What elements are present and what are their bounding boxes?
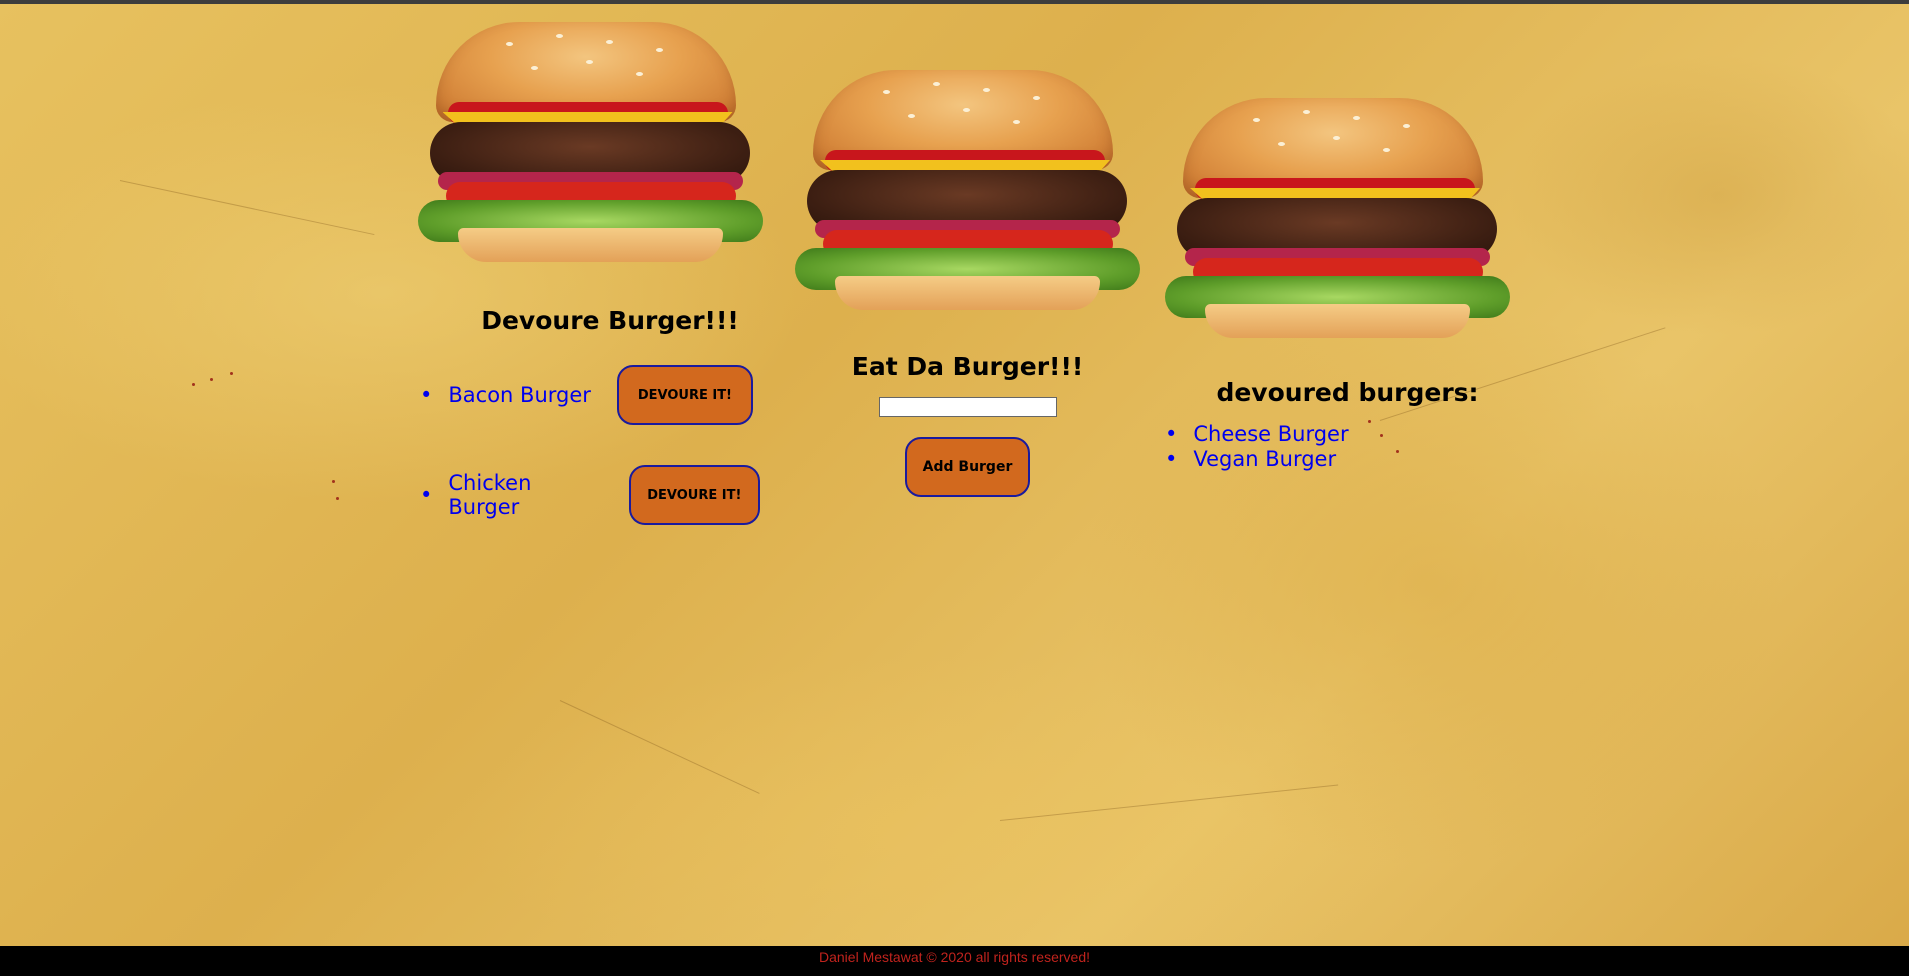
- devour-button[interactable]: DEVOURE IT!: [616, 365, 753, 425]
- wall-crack: [559, 700, 760, 794]
- wall-crack: [999, 784, 1339, 821]
- burger-name: Chicken Burger: [448, 471, 532, 519]
- bullet-icon: •: [420, 483, 433, 507]
- wall-speck: [210, 378, 213, 381]
- wall-crack: [119, 180, 375, 236]
- bullet-icon: •: [420, 383, 433, 407]
- burger-image: [795, 70, 1140, 320]
- wall-speck: [230, 372, 233, 375]
- devoured-list: • Cheese Burger • Vegan Burger: [1165, 421, 1349, 471]
- footer: Daniel Mestawat © 2020 all rights reserv…: [0, 946, 1909, 976]
- devoured-burger-name: Cheese Burger: [1193, 421, 1349, 446]
- burger-image: [1165, 98, 1510, 348]
- wall-speck: [336, 497, 339, 500]
- burger-name-input[interactable]: [878, 397, 1057, 417]
- footer-copyright: Daniel Mestawat © 2020 all rights reserv…: [819, 949, 1090, 965]
- bullet-icon: •: [1165, 446, 1178, 471]
- devoured-column: devoured burgers: • Cheese Burger • Vega…: [1165, 0, 1510, 471]
- add-burger-column: Eat Da Burger!!! Add Burger: [795, 0, 1140, 497]
- list-item: • Chicken Burger DEVOURE IT!: [420, 465, 760, 525]
- devour-button[interactable]: DEVOURE IT!: [628, 465, 760, 525]
- add-burger-button[interactable]: Add Burger: [905, 437, 1030, 497]
- list-item: • Bacon Burger DEVOURE IT!: [420, 365, 760, 425]
- devour-list: • Bacon Burger DEVOURE IT! • Chicken Bur…: [420, 365, 760, 525]
- wall-speck: [332, 480, 335, 483]
- list-item: • Cheese Burger: [1165, 421, 1349, 446]
- wall-speck: [192, 383, 195, 386]
- add-title: Eat Da Burger!!!: [851, 352, 1084, 381]
- burger-name: Bacon Burger: [448, 383, 591, 407]
- devour-column: Devoure Burger!!! • Bacon Burger DEVOURE…: [417, 0, 763, 525]
- devour-title: Devoure Burger!!!: [481, 306, 739, 335]
- list-item: • Vegan Burger: [1165, 446, 1349, 471]
- devoured-burger-name: Vegan Burger: [1193, 446, 1337, 471]
- burger-image: [417, 22, 763, 272]
- devoured-title: devoured burgers:: [1216, 378, 1479, 407]
- bullet-icon: •: [1165, 421, 1178, 446]
